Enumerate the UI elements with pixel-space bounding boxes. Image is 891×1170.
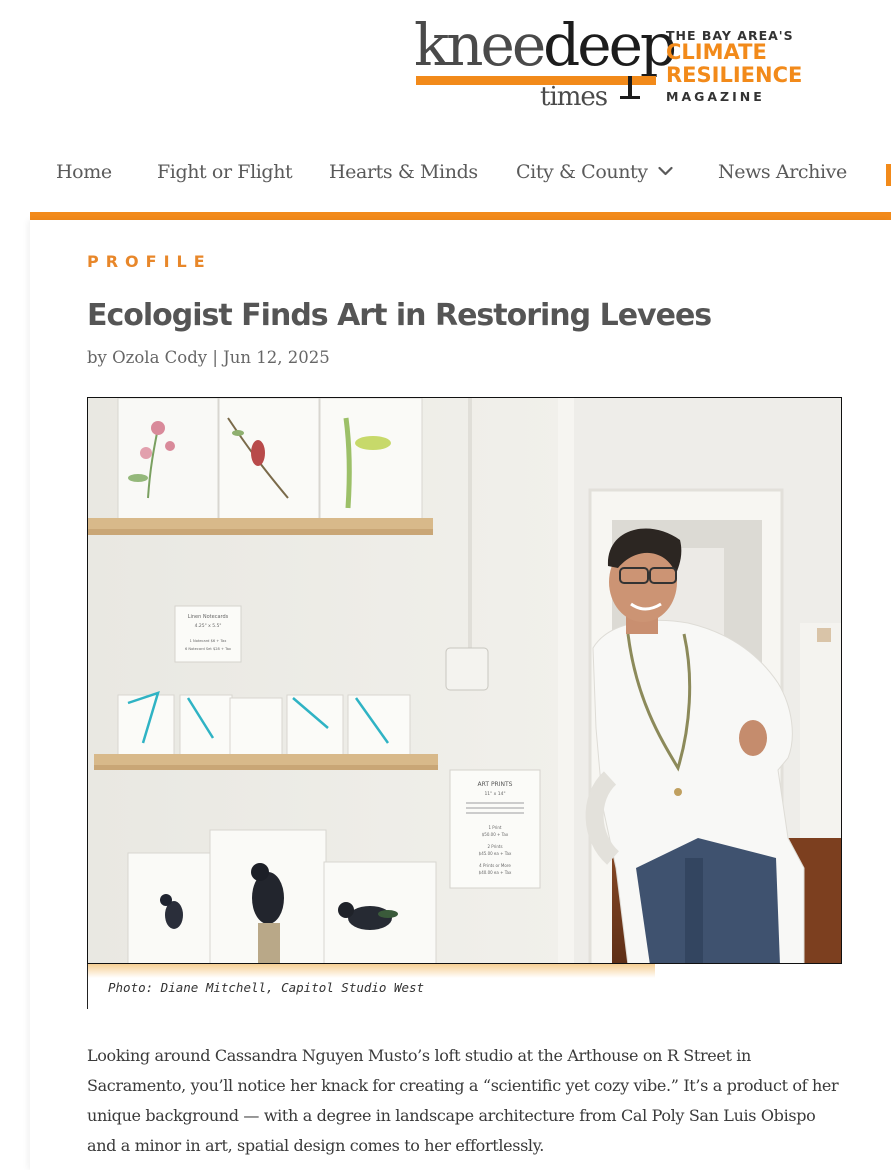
nav-item-city-and-county-label: City & County	[516, 161, 648, 183]
article-byline: by Ozola Cody | Jun 12, 2025	[87, 348, 330, 367]
prints-sign-line-1: 1 Print	[488, 825, 501, 830]
logo-foot	[620, 96, 640, 99]
logo-word-knee: knee	[414, 11, 546, 79]
prints-sign-line-4: $45.00 ea + Tax	[479, 851, 512, 856]
byline-separator: |	[212, 348, 218, 367]
nav-divider	[30, 212, 891, 220]
prints-sign-line-6: $40.00 ea + Tax	[479, 870, 512, 875]
main-nav: Home Fight or Flight Hearts & Minds City…	[0, 150, 891, 202]
site-logo[interactable]: kneedeep times THE BAY AREA'S CLIMATE RE…	[414, 10, 802, 120]
logo-wordmark: kneedeep	[414, 11, 677, 79]
author-link[interactable]: Ozola Cody	[112, 348, 207, 367]
prints-sign-line-3: 2 Prints	[487, 844, 502, 849]
notecard-sign-title: Linen Notecards	[188, 614, 229, 620]
logo-tagline-line-4: MAGAZINE	[666, 89, 765, 104]
publish-date: Jun 12, 2025	[223, 348, 330, 367]
prints-sign-size: 11" x 14"	[484, 791, 505, 797]
logo-word-times: times	[540, 82, 608, 112]
nav-item-news-archive[interactable]: News Archive	[718, 161, 847, 183]
prints-sign-title: ART PRINTS	[478, 781, 513, 788]
notecard-sign-line-1: 1 Notecard $6 + Tax	[190, 639, 228, 643]
photo-illustration: Linen Notecards 4.25" x 5.5" 1 Notecard …	[88, 398, 841, 963]
nav-item-home[interactable]: Home	[56, 161, 112, 183]
notecard-sign-size: 4.25" x 5.5"	[195, 623, 222, 629]
logo-orange-bar	[416, 76, 656, 85]
prints-sign-line-5: 4 Prints or More	[479, 863, 511, 868]
nav-item-fight-or-flight[interactable]: Fight or Flight	[157, 161, 293, 183]
byline-prefix: by	[87, 348, 107, 367]
logo-tagline-line-2: CLIMATE	[666, 40, 767, 64]
nav-overflow-item[interactable]	[886, 164, 891, 186]
chevron-down-icon[interactable]	[658, 159, 673, 181]
photo-caption: Photo: Diane Mitchell, Capitol Studio We…	[108, 980, 425, 995]
logo-tagline-line-3: RESILIENCE	[666, 63, 803, 87]
article-body-paragraph: Looking around Cassandra Nguyen Musto’s …	[87, 1046, 839, 1155]
nav-item-city-and-county[interactable]: City & County	[516, 161, 673, 183]
logo-word-deep: deep	[543, 11, 677, 79]
prints-sign-line-2: $50.00 + Tax	[482, 832, 509, 837]
nav-item-hearts-and-minds[interactable]: Hearts & Minds	[329, 161, 478, 183]
logo-stem	[628, 76, 632, 98]
article-title: Ecologist Finds Art in Restoring Levees	[87, 298, 712, 333]
article-photo: Linen Notecards 4.25" x 5.5" 1 Notecard …	[87, 397, 842, 964]
notecard-sign-line-2: 6 Notecard Set $28 + Tax	[185, 647, 232, 651]
article-category[interactable]: PROFILE	[87, 252, 212, 271]
